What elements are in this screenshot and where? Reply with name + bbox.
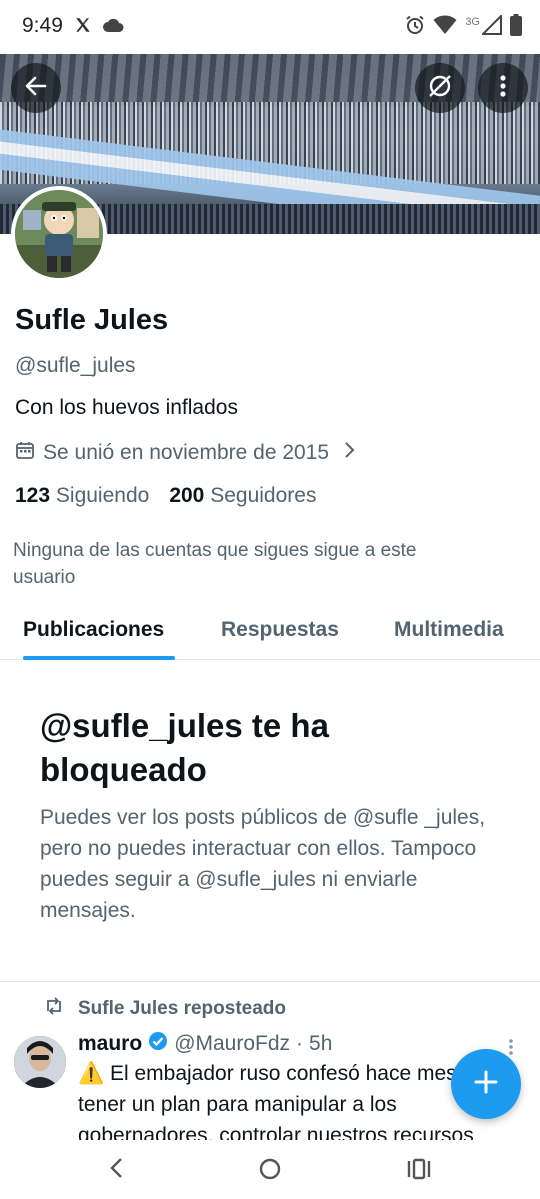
x-app-notification-icon (74, 16, 92, 39)
following-count: 123 (15, 484, 51, 507)
followers-label: Seguidores (210, 484, 317, 507)
cloud-icon (102, 17, 124, 38)
followers-link[interactable]: 200 Seguidores (169, 484, 316, 508)
calendar-icon (15, 440, 35, 466)
more-vertical-icon (499, 74, 507, 103)
back-button[interactable] (11, 63, 61, 113)
tab-respuestas[interactable]: Respuestas (221, 618, 339, 642)
profile-avatar[interactable] (11, 186, 107, 282)
blocked-title: @sufle_jules te ha bloqueado (40, 707, 329, 788)
grok-button[interactable] (415, 63, 465, 113)
status-bar: 9:49 3G (0, 0, 540, 54)
wifi-icon (433, 15, 457, 40)
post-time[interactable]: 5h (309, 1032, 332, 1056)
blocked-message: Puedes ver los posts públicos de @sufle … (40, 806, 486, 922)
post-author-avatar[interactable] (14, 1036, 66, 1088)
chevron-right-icon (343, 441, 355, 465)
following-label: Siguiendo (55, 484, 150, 507)
grok-icon (426, 72, 454, 105)
follow-stats: 123 Siguiendo 200 Seguidores (15, 484, 316, 508)
joined-date-row[interactable]: Se unió en noviembre de 2015 (15, 440, 355, 466)
divider (0, 981, 540, 982)
arrow-left-icon (23, 73, 49, 104)
nav-recents-icon[interactable] (406, 1157, 432, 1186)
post-separator: · (296, 1032, 304, 1055)
battery-icon (510, 14, 522, 41)
mutual-followers-note: Ninguna de las cuentas que sigues sigue … (13, 540, 417, 588)
more-options-button[interactable] (478, 63, 528, 113)
compose-button[interactable] (451, 1049, 521, 1119)
nav-back-icon[interactable] (108, 1156, 124, 1185)
profile-tabs: Publicaciones Respuestas Multimedia (0, 604, 540, 660)
profile-handle: @sufle_jules (15, 354, 136, 377)
profile-display-name: Sufle Jules (15, 304, 169, 336)
status-time: 9:49 (22, 14, 63, 37)
system-nav-bar (0, 1140, 540, 1199)
active-tab-indicator (23, 656, 175, 660)
following-link[interactable]: 123 Siguiendo (15, 484, 149, 508)
plus-icon (473, 1069, 499, 1100)
post-header: mauro @MauroFdz · 5h (78, 1031, 332, 1057)
tab-multimedia[interactable]: Multimedia (394, 618, 504, 642)
repost-indicator: Sufle Jules reposteado (44, 997, 286, 1021)
nav-home-icon[interactable] (258, 1157, 282, 1186)
network-type: 3G (465, 15, 480, 28)
verified-badge-icon (148, 1031, 168, 1057)
followers-count: 200 (169, 484, 205, 507)
profile-bio: Con los huevos inflados (15, 396, 238, 419)
joined-date-text: Se unió en noviembre de 2015 (43, 441, 330, 464)
signal-icon (480, 13, 502, 40)
post-author-name[interactable]: mauro (78, 1032, 142, 1056)
repost-icon (44, 997, 64, 1021)
post-author-handle[interactable]: @MauroFdz (174, 1032, 290, 1056)
alarm-icon (405, 15, 425, 40)
repost-label: Sufle Jules reposteado (78, 998, 287, 1019)
tab-publicaciones[interactable]: Publicaciones (23, 618, 164, 642)
